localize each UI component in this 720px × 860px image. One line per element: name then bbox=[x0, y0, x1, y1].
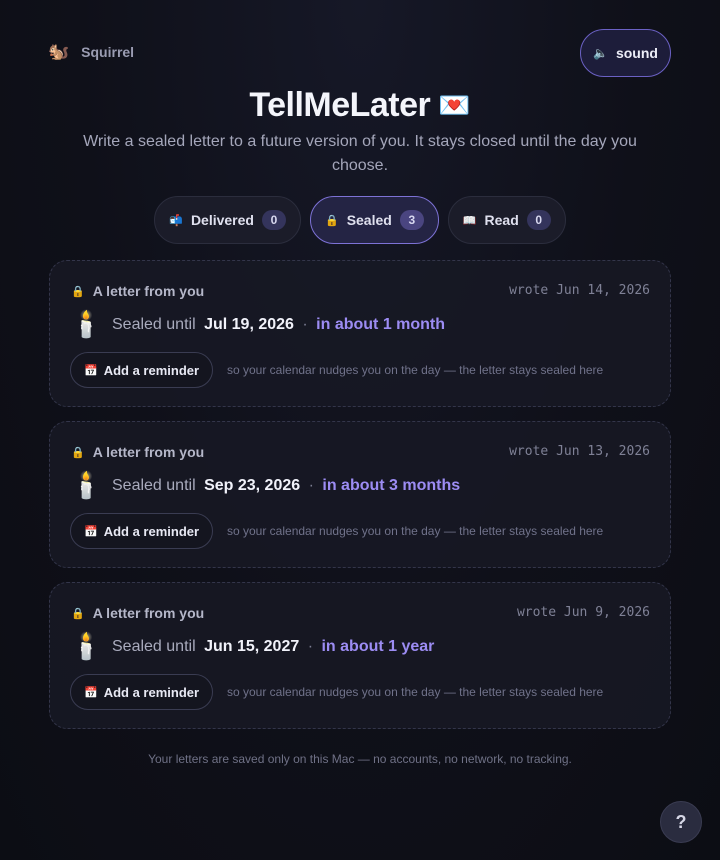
reminder-hint: so your calendar nudges you on the day —… bbox=[227, 363, 604, 377]
open-book-icon: 📖 bbox=[462, 214, 477, 227]
lock-icon: 🔒 bbox=[71, 607, 85, 620]
tab-read[interactable]: 📖 Read 0 bbox=[447, 196, 566, 244]
sealed-status: 🕯️ Sealed until Jul 19, 2026 · in about … bbox=[70, 309, 445, 340]
calendar-icon: 📅 bbox=[84, 364, 98, 377]
mailbox-icon: 📬 bbox=[169, 214, 183, 227]
sealed-label: Sealed until bbox=[112, 476, 196, 494]
candle-icon: 🕯️ bbox=[70, 470, 103, 500]
written-date: wrote Jun 13, 2026 bbox=[509, 444, 650, 459]
letter-from: A letter from you bbox=[92, 444, 205, 460]
add-reminder-label: Add a reminder bbox=[103, 362, 200, 378]
relative-time: in about 1 month bbox=[316, 315, 446, 333]
tab-sealed[interactable]: 🔒 Sealed 3 bbox=[309, 196, 439, 244]
separator-dot: · bbox=[308, 476, 314, 494]
calendar-icon: 📅 bbox=[84, 686, 98, 699]
candle-icon: 🕯️ bbox=[70, 309, 103, 339]
count-badge: 0 bbox=[261, 210, 286, 230]
reminder-hint: so your calendar nudges you on the day —… bbox=[227, 524, 604, 538]
sealed-date: Jul 19, 2026 bbox=[204, 315, 294, 333]
sealed-date: Jun 15, 2027 bbox=[204, 637, 300, 655]
add-reminder-label: Add a reminder bbox=[103, 684, 200, 700]
letter-card[interactable]: 🔒 A letter from you wrote Jun 14, 2026 🕯… bbox=[49, 260, 671, 407]
tab-label: Read bbox=[484, 212, 519, 228]
speaker-icon: 🔈 bbox=[593, 46, 608, 60]
add-reminder-button[interactable]: 📅 Add a reminder bbox=[70, 513, 214, 549]
page-title: TellMeLater 💌 bbox=[0, 86, 720, 125]
lock-icon: 🔒 bbox=[71, 446, 85, 459]
letter-header: 🔒 A letter from you bbox=[71, 605, 204, 621]
count-badge: 3 bbox=[399, 210, 424, 230]
separator-dot: · bbox=[307, 637, 314, 655]
tab-label: Sealed bbox=[346, 212, 392, 228]
letter-header: 🔒 A letter from you bbox=[71, 283, 204, 299]
lock-icon: 🔒 bbox=[324, 214, 339, 227]
count-badge: 0 bbox=[526, 210, 551, 230]
reminder-hint: so your calendar nudges you on the day —… bbox=[227, 685, 604, 699]
letter-list: 🔒 A letter from you wrote Jun 14, 2026 🕯… bbox=[49, 260, 671, 743]
sealed-label: Sealed until bbox=[112, 315, 196, 333]
letter-tabs: 📬 Delivered 0 🔒 Sealed 3 📖 Read 0 bbox=[0, 196, 720, 244]
letter-card[interactable]: 🔒 A letter from you wrote Jun 9, 2026 🕯️… bbox=[49, 582, 671, 729]
written-date: wrote Jun 14, 2026 bbox=[509, 283, 650, 298]
lock-icon: 🔒 bbox=[71, 285, 85, 298]
add-reminder-button[interactable]: 📅 Add a reminder bbox=[70, 352, 214, 388]
tab-delivered[interactable]: 📬 Delivered 0 bbox=[154, 196, 301, 244]
app-subtitle: Write a sealed letter to a future versio… bbox=[83, 133, 637, 174]
squirrel-icon: 🐿️ bbox=[48, 42, 70, 61]
top-bar: 🐿️ Squirrel 🔈 sound bbox=[0, 0, 720, 90]
add-reminder-button[interactable]: 📅 Add a reminder bbox=[70, 674, 214, 710]
calendar-icon: 📅 bbox=[84, 525, 98, 538]
sealed-date: Sep 23, 2026 bbox=[204, 476, 301, 494]
letter-card[interactable]: 🔒 A letter from you wrote Jun 13, 2026 🕯… bbox=[49, 421, 671, 568]
written-date: wrote Jun 9, 2026 bbox=[516, 605, 650, 620]
letter-header: 🔒 A letter from you bbox=[71, 444, 204, 460]
relative-time: in about 3 months bbox=[322, 476, 461, 494]
sealed-status: 🕯️ Sealed until Sep 23, 2026 · in about … bbox=[70, 470, 460, 501]
brand: 🐿️ Squirrel bbox=[48, 42, 134, 62]
privacy-footer: Your letters are saved only on this Mac … bbox=[148, 752, 572, 766]
separator-dot: · bbox=[302, 315, 308, 333]
letter-from: A letter from you bbox=[92, 605, 205, 621]
sound-toggle-button[interactable]: 🔈 sound bbox=[580, 29, 671, 77]
brand-name: Squirrel bbox=[81, 44, 135, 60]
sound-label: sound bbox=[615, 45, 658, 61]
relative-time: in about 1 year bbox=[321, 637, 435, 655]
sealed-status: 🕯️ Sealed until Jun 15, 2027 · in about … bbox=[70, 631, 434, 662]
add-reminder-label: Add a reminder bbox=[103, 523, 200, 539]
tab-label: Delivered bbox=[190, 212, 254, 228]
candle-icon: 🕯️ bbox=[70, 631, 103, 661]
love-letter-icon: 💌 bbox=[438, 90, 471, 120]
help-button[interactable]: ? bbox=[660, 801, 702, 843]
letter-from: A letter from you bbox=[92, 283, 205, 299]
sealed-label: Sealed until bbox=[112, 637, 196, 655]
app-title: TellMeLater bbox=[249, 86, 431, 124]
